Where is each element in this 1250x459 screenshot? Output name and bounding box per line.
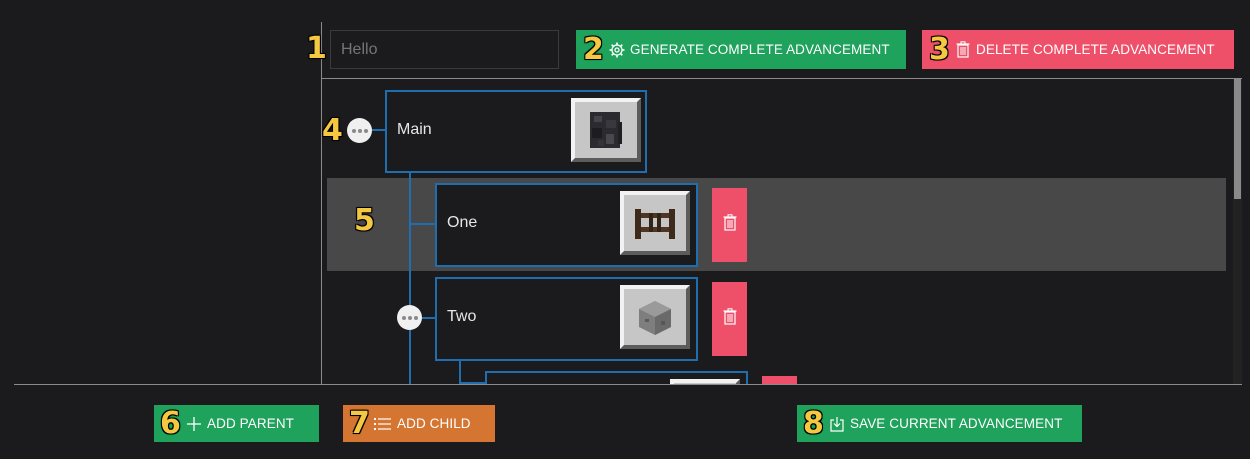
tree-node-one[interactable]: One <box>435 183 698 267</box>
blackstone-block-icon <box>571 98 641 162</box>
generate-button-label: GENERATE COMPLETE ADVANCEMENT <box>630 42 890 57</box>
callout-3: 3 <box>929 32 950 67</box>
advancement-name-input[interactable] <box>330 30 559 69</box>
gear-icon <box>608 41 625 58</box>
node-options-button[interactable] <box>397 305 422 330</box>
callout-5: 5 <box>354 203 375 238</box>
delete-node-button[interactable] <box>712 282 747 356</box>
tree-scrollbar[interactable] <box>1233 79 1242 384</box>
dark-oak-fence-gate-icon <box>620 191 690 255</box>
node-label: Main <box>397 121 432 138</box>
node-options-button[interactable] <box>347 118 372 143</box>
tree-connector <box>459 361 461 384</box>
list-icon <box>374 416 391 431</box>
generate-complete-advancement-button[interactable]: 2 GENERATE COMPLETE ADVANCEMENT <box>576 30 906 69</box>
callout-1: 1 <box>306 31 327 66</box>
tree-connector <box>409 171 411 384</box>
tree-node-child[interactable] <box>485 371 748 384</box>
add-child-button[interactable]: 7 ADD CHILD <box>343 405 495 442</box>
item-slot <box>670 379 740 384</box>
add-parent-button[interactable]: 6 ADD PARENT <box>154 405 319 442</box>
trash-icon <box>955 41 970 58</box>
delete-node-button[interactable] <box>712 188 747 262</box>
scrollbar-thumb[interactable] <box>1234 79 1241 199</box>
callout-6: 6 <box>160 406 181 441</box>
footer-divider <box>14 384 1242 385</box>
delete-complete-advancement-button[interactable]: 3 DELETE COMPLETE ADVANCEMENT <box>922 30 1234 69</box>
callout-2: 2 <box>583 32 604 67</box>
stone-block-icon <box>620 285 690 349</box>
node-label: One <box>447 214 478 231</box>
tree-connector <box>459 382 485 384</box>
callout-8: 8 <box>803 406 824 441</box>
save-icon <box>828 415 845 432</box>
delete-node-button[interactable] <box>762 376 797 384</box>
advancement-tree-panel[interactable]: 4 Main 5 One Two <box>322 79 1242 384</box>
tree-connector <box>370 129 386 131</box>
node-label: Two <box>447 308 477 325</box>
save-button-label: SAVE CURRENT ADVANCEMENT <box>850 416 1063 431</box>
trash-icon <box>723 308 737 330</box>
trash-icon <box>723 214 737 236</box>
delete-button-label: DELETE COMPLETE ADVANCEMENT <box>976 42 1215 57</box>
tree-node-two[interactable]: Two <box>435 277 698 361</box>
tree-connector <box>409 223 435 225</box>
callout-7: 7 <box>349 406 370 441</box>
add-child-label: ADD CHILD <box>397 416 471 431</box>
add-parent-label: ADD PARENT <box>207 416 295 431</box>
plus-icon <box>185 415 202 432</box>
callout-4: 4 <box>322 113 343 148</box>
tree-node-main[interactable]: Main <box>385 90 647 173</box>
save-current-advancement-button[interactable]: 8 SAVE CURRENT ADVANCEMENT <box>797 405 1082 442</box>
